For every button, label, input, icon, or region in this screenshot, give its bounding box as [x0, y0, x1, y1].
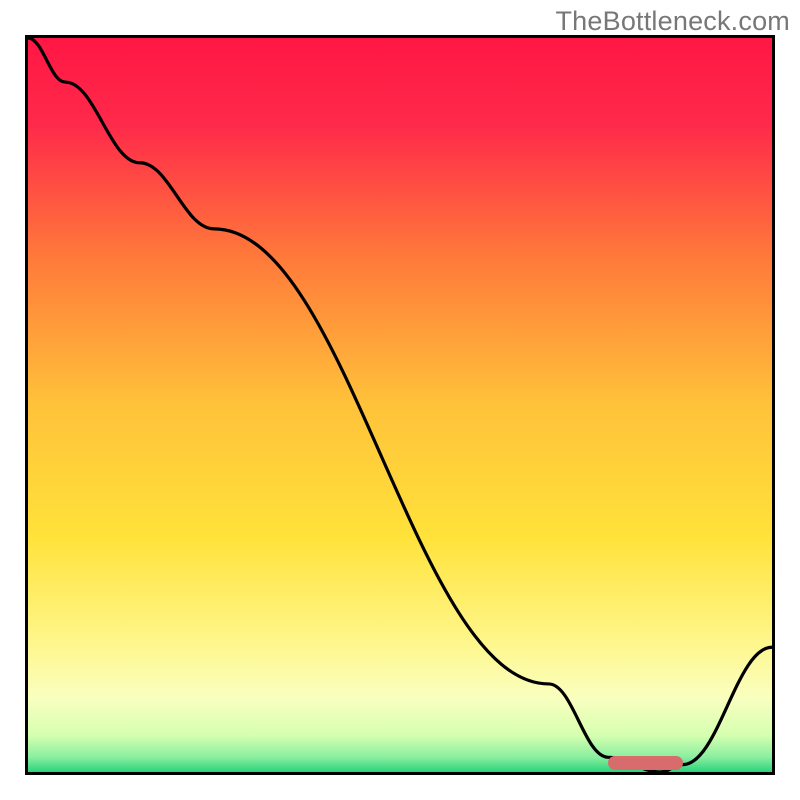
chart-plot-area — [25, 35, 775, 775]
chart-optimal-marker — [608, 756, 682, 770]
page-watermark: TheBottleneck.com — [555, 6, 790, 37]
chart-curve — [28, 38, 772, 772]
